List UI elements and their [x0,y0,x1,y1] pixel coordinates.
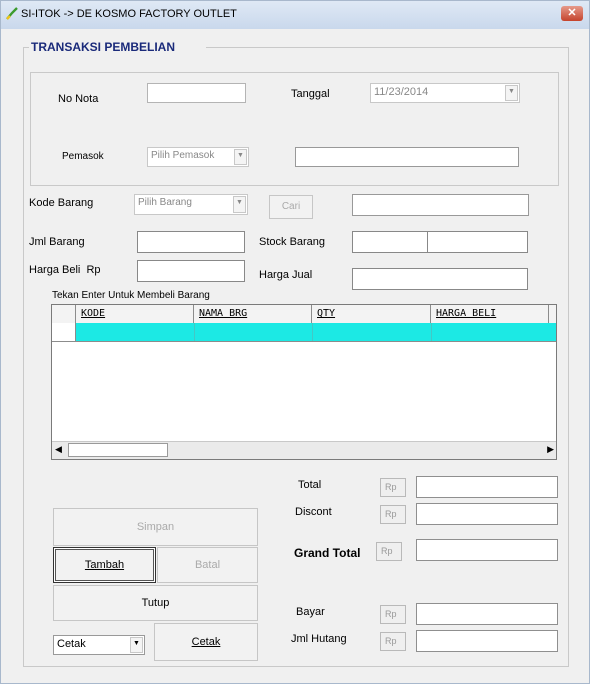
row-cell[interactable] [431,323,432,341]
grand-total-label: Grand Total [294,546,361,560]
cetak-button[interactable]: Cetak [154,623,258,661]
row-selector[interactable] [52,305,76,342]
scroll-left-icon[interactable]: ◀ [55,444,62,455]
harga-jual-field[interactable] [352,268,528,290]
grand-total-field[interactable] [416,539,558,561]
chevron-down-icon[interactable]: ▼ [130,637,143,653]
items-grid[interactable]: KODE NAMA BRG QTY HARGA BELI ◀ ▶ [51,304,557,460]
bayar-label: Bayar [296,606,325,618]
tanggal-picker[interactable]: 11/23/2014 ▼ [370,83,520,103]
bayar-field[interactable] [416,603,558,625]
chevron-down-icon[interactable]: ▼ [505,85,518,101]
cetak-select-value: Cetak [57,638,86,650]
tambah-button[interactable]: Tambah [53,547,156,583]
total-currency: Rp [380,478,406,497]
cetak-label: Cetak [191,636,221,648]
app-icon [6,7,18,20]
harga-beli-field[interactable] [137,260,245,282]
harga-beli-unit: Rp [86,264,101,276]
jml-barang-label: Jml Barang [29,236,85,248]
col-qty[interactable]: QTY [312,305,431,323]
chevron-down-icon[interactable]: ▼ [233,196,246,213]
title-bar[interactable]: SI-ITOK -> DE KOSMO FACTORY OUTLET ✕ [1,1,589,29]
chevron-down-icon[interactable]: ▼ [234,149,247,165]
kode-barang-select[interactable]: Pilih Barang ▼ [134,194,248,215]
horizontal-scrollbar[interactable]: ◀ ▶ [52,441,556,459]
cetak-select[interactable]: Cetak ▼ [53,635,145,655]
row-cell[interactable] [194,323,195,341]
discount-currency: Rp [380,505,406,524]
jml-barang-field[interactable] [137,231,245,253]
grid-header: KODE NAMA BRG QTY HARGA BELI [52,305,556,324]
kode-barang-name-field[interactable] [352,194,529,216]
row-cell[interactable] [312,323,313,341]
group-frame-line [568,47,569,667]
batal-button[interactable]: Batal [157,547,258,583]
window-title: SI-ITOK -> DE KOSMO FACTORY OUTLET [21,8,237,20]
kode-barang-label: Kode Barang [29,197,94,209]
main-window: SI-ITOK -> DE KOSMO FACTORY OUTLET ✕ TRA… [0,0,590,684]
tutup-button[interactable]: Tutup [53,585,258,621]
pemasok-select-value: Pilih Pemasok [151,150,215,161]
jml-hutang-field[interactable] [416,630,558,652]
group-frame-line [23,666,569,667]
pemasok-select[interactable]: Pilih Pemasok ▼ [147,147,249,167]
bayar-currency: Rp [380,605,406,624]
group-frame-line [23,47,24,667]
enter-hint: Tekan Enter Untuk Membeli Barang [52,290,210,301]
harga-beli-label: Harga Beli Rp [29,264,101,276]
group-title: TRANSAKSI PEMBELIAN [31,40,179,54]
tanggal-value: 11/23/2014 [374,86,429,98]
simpan-button[interactable]: Simpan [53,508,258,546]
col-kode[interactable]: KODE [76,305,194,323]
harga-jual-label: Harga Jual [259,269,313,281]
row-selector-cell [52,323,75,342]
kode-barang-select-value: Pilih Barang [138,197,192,208]
tambah-label: Tambah [84,559,125,571]
grand-total-currency: Rp [376,542,402,561]
discount-field[interactable] [416,503,558,525]
tanggal-label: Tanggal [291,88,330,100]
scroll-right-icon[interactable]: ▶ [547,444,554,455]
jml-hutang-currency: Rp [380,632,406,651]
col-nama-brg[interactable]: NAMA BRG [194,305,312,323]
jml-hutang-label: Jml Hutang [291,633,347,645]
stock-divider [427,232,428,252]
scroll-thumb[interactable] [68,443,168,457]
group-frame-line [206,47,569,48]
no-nota-label: No Nota [58,93,99,105]
harga-beli-text: Harga Beli [29,264,81,276]
table-row[interactable] [52,323,556,342]
col-harga-beli[interactable]: HARGA BELI [431,305,549,323]
total-field[interactable] [416,476,558,498]
discount-label: Discont [295,506,332,518]
pemasok-label: Pemasok [62,151,104,162]
pemasok-name-field[interactable] [295,147,519,167]
cari-button[interactable]: Cari [269,195,313,219]
no-nota-field[interactable] [147,83,246,103]
total-label: Total [298,479,322,491]
stock-barang-field[interactable] [352,231,528,253]
stock-barang-label: Stock Barang [259,236,326,248]
close-button[interactable]: ✕ [561,6,583,21]
